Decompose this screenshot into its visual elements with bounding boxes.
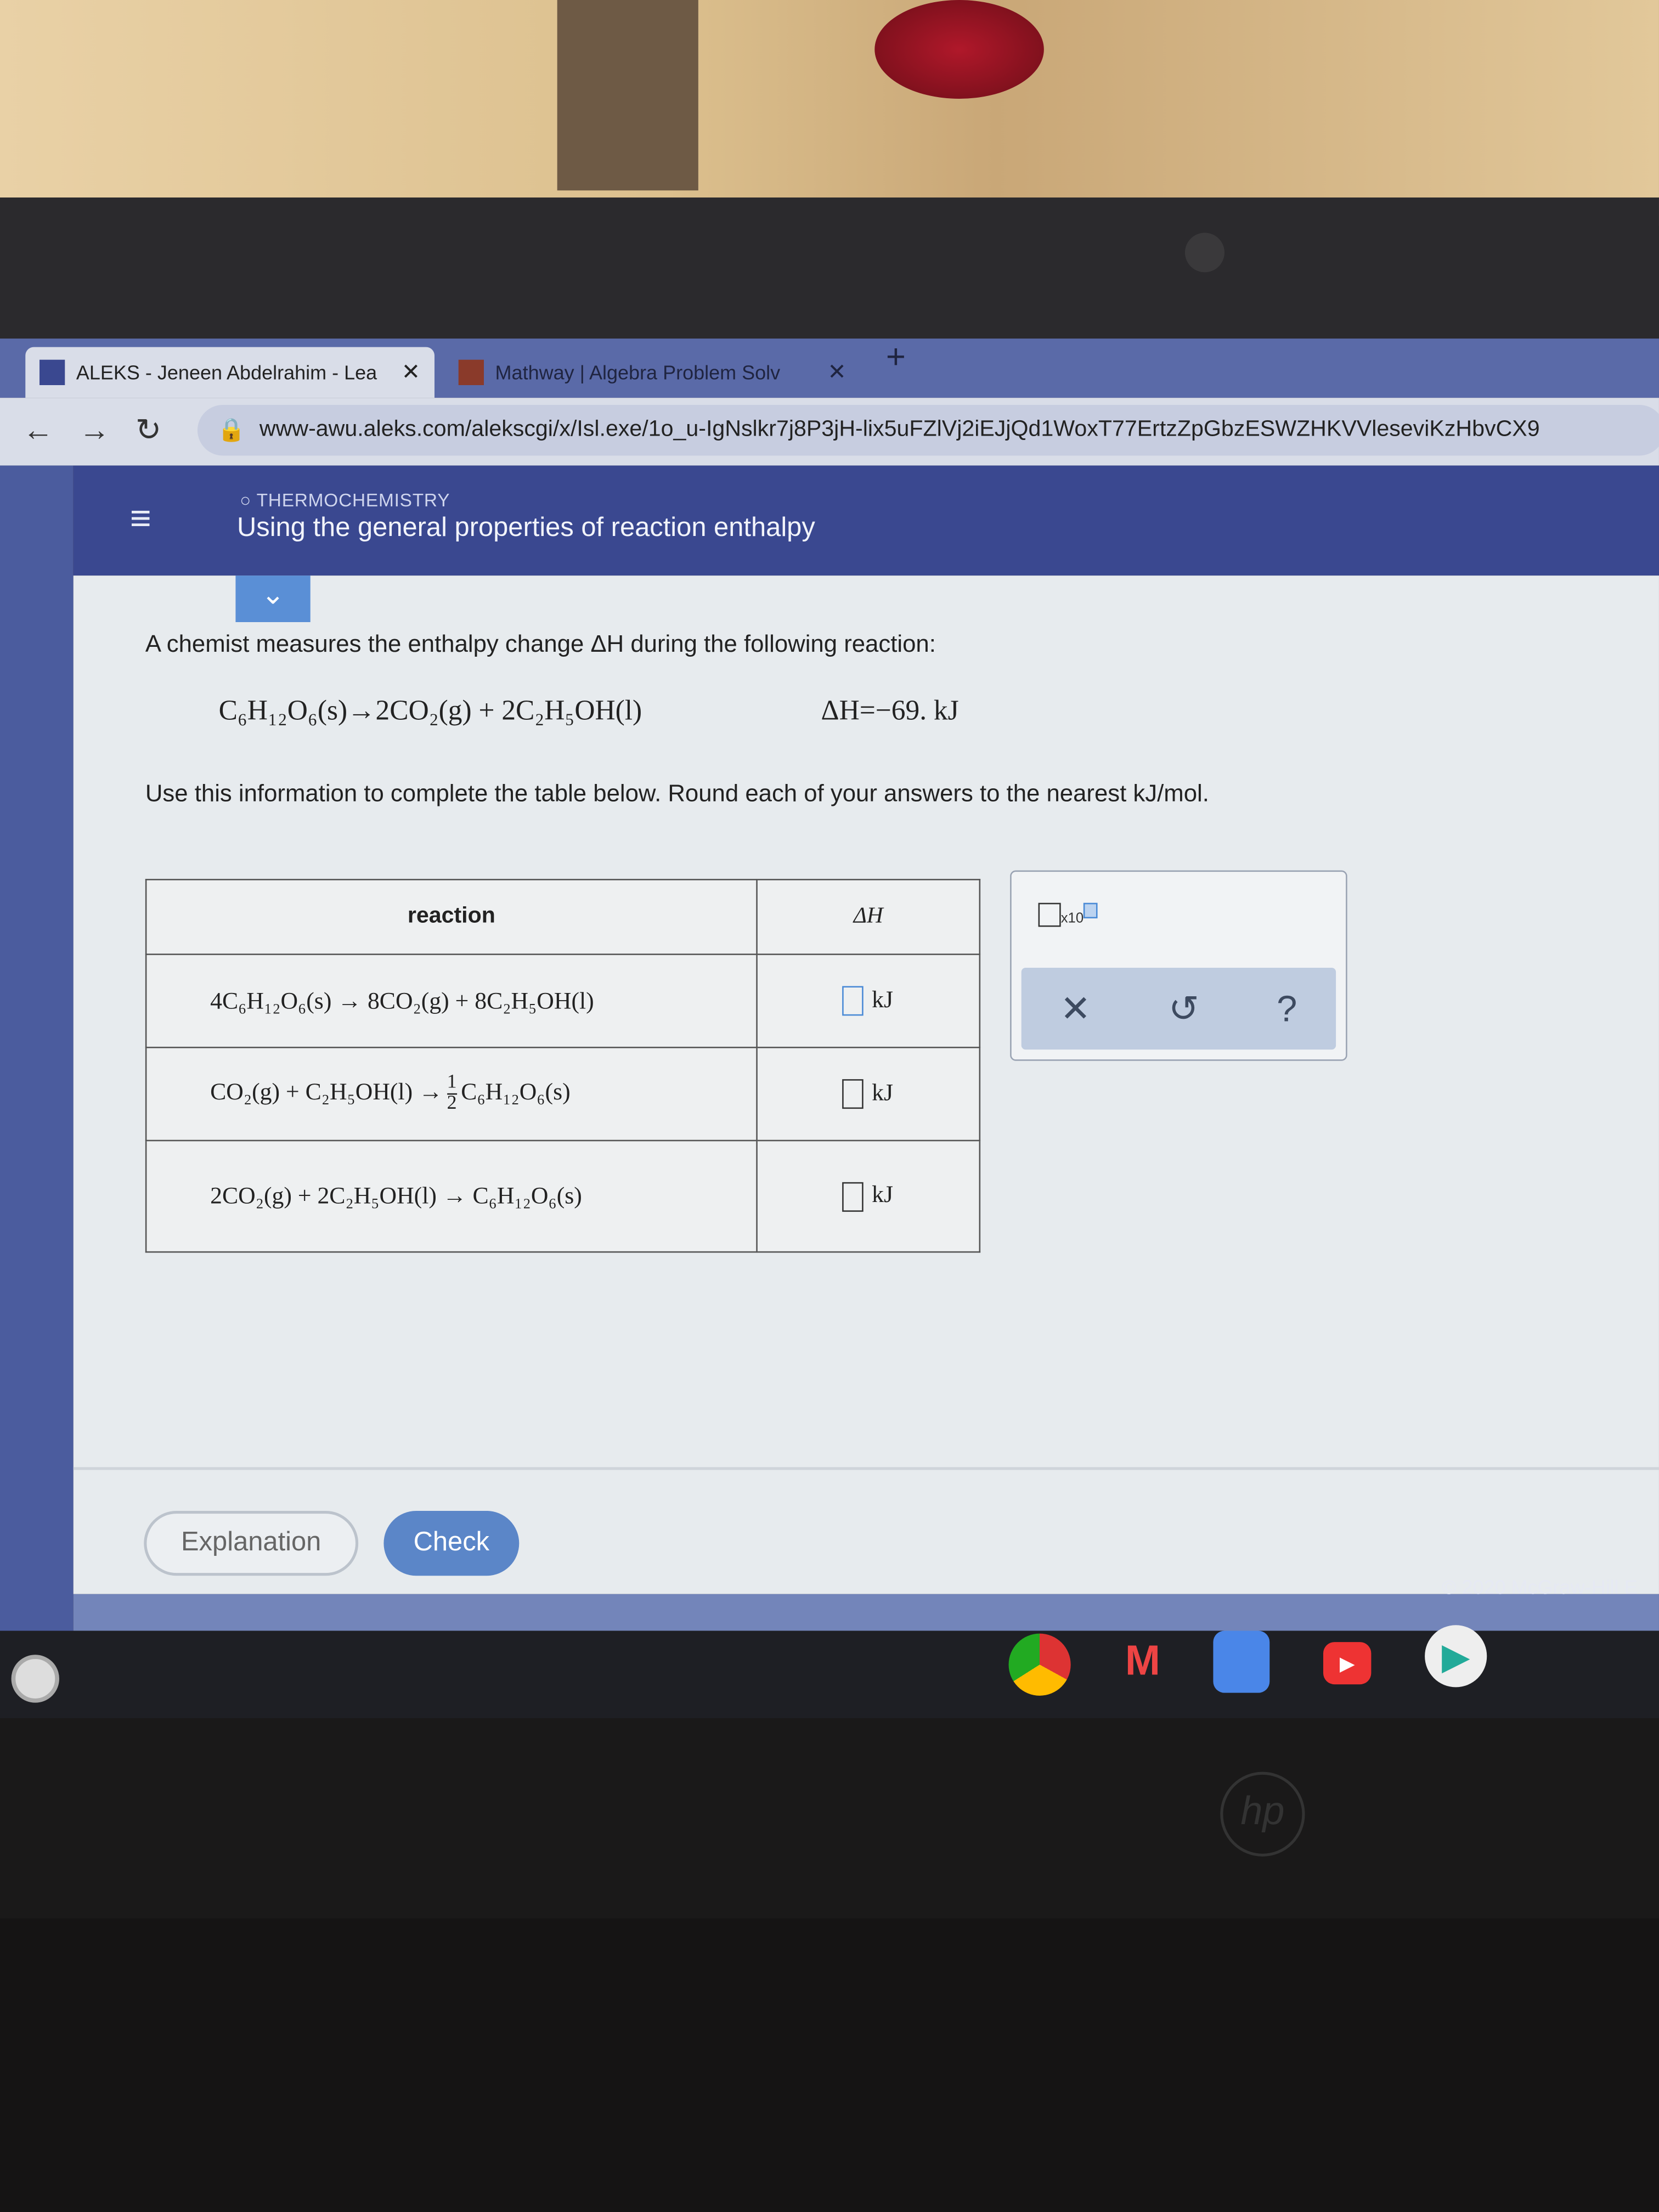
unit-label: kJ [872,1079,894,1106]
reaction-cell: CO₂(g) + C₂H₅OH(l) → 1 2 C₆H₁₂O₆(s) [145,1046,758,1142]
laptop-bezel [0,197,1659,353]
fraction: 12 [447,1073,457,1115]
help-icon[interactable]: ? [1277,987,1297,1031]
problem-prompt: A chemist measures the enthalpy change Δ… [145,630,936,658]
header-delta-h: ΔH [756,878,981,955]
tab-label: Mathway | Algebra Problem Solv [495,361,781,384]
back-icon[interactable]: ← [22,412,54,449]
unit-label: kJ [872,1181,894,1208]
lock-icon: 🔒 [217,419,246,443]
reaction-text: CO₂(g) + C₂H₅OH(l) → [210,1078,443,1105]
tab-mathway[interactable]: Mathway | Algebra Problem Solv ✕ [444,347,861,398]
aleks-favicon-icon [39,359,65,385]
reaction-text: 2CO₂(g) + 2C₂H₅OH(l) → C₆H₁₂O₆(s) [210,1182,582,1209]
copyright: © 2020 McGraw-Hill E [1441,1576,1638,1599]
forward-icon[interactable]: → [79,412,110,449]
check-button[interactable]: Check [383,1510,520,1576]
mathway-favicon-icon [458,359,484,385]
clear-icon[interactable]: ✕ [1060,987,1091,1031]
new-tab-button[interactable]: + [886,338,906,378]
answer-input[interactable] [842,1079,864,1109]
explanation-button[interactable]: Explanation [144,1510,359,1576]
url-text: www-awu.aleks.com/alekscgi/x/Isl.exe/1o_… [259,417,1540,442]
reaction-cell: 2CO₂(g) + 2C₂H₅OH(l) → C₆H₁₂O₆(s) [145,1139,758,1253]
table-row: 2CO₂(g) + 2C₂H₅OH(l) → C₆H₁₂O₆(s) kJ [145,1139,981,1253]
background-wall [0,0,1659,226]
left-strip [0,465,74,1637]
gmail-icon[interactable]: M [1111,1631,1173,1693]
table-row: 4C₆H₁₂O₆(s) → 8CO₂(g) + 8C₂H₅OH(l) kJ [145,953,981,1048]
answer-input[interactable] [842,1182,864,1212]
launcher-icon[interactable] [11,1655,59,1703]
play-store-icon[interactable]: ▶ [1425,1625,1487,1688]
answer-table: reaction ΔH 4C₆H₁₂O₆(s) → 8CO₂(g) + 8C₂H… [145,878,981,1253]
reload-icon[interactable]: ↻ [136,412,161,449]
reaction-equation: C₆H₁₂O₆(s)→2CO₂(g) + 2C₂H₅OH(l) [218,695,642,727]
taskbar [0,1630,1659,1718]
close-tab-icon[interactable]: ✕ [827,358,846,386]
chevron-down-icon[interactable]: ⌄ [235,575,311,622]
delta-h-cell: kJ [756,1139,981,1253]
fraction-numerator: 1 [447,1073,457,1095]
page-title: Using the general properties of reaction… [236,513,815,543]
delta-h-cell: kJ [756,953,981,1048]
reaction-text: C₆H₁₂O₆(s) [461,1078,571,1105]
menu-icon[interactable]: ≡ [130,499,151,536]
docs-icon[interactable] [1213,1630,1270,1693]
unit-label: kJ [872,985,894,1013]
undo-icon[interactable]: ↺ [1169,987,1199,1031]
chrome-icon[interactable] [1008,1633,1071,1696]
tool-buttons: ✕ ↺ ? [1021,967,1336,1050]
tab-label: ALEKS - Jeneen Abdelrahim - Lea [76,361,377,384]
background-vase [557,0,698,191]
answer-input[interactable] [842,986,864,1017]
webcam [1184,233,1224,273]
instruction-text: Use this information to complete the tab… [145,780,1209,807]
delta-h-cell: kJ [756,1046,981,1142]
x10-label: x10 [1060,911,1084,927]
footer-bar [73,1594,1659,1631]
keyboard-deck [0,1918,1659,2212]
tab-aleks[interactable]: ALEKS - Jeneen Abdelrahim - Lea ✕ [25,347,435,398]
reaction-enthalpy: ΔH=−69. kJ [821,695,959,727]
header-reaction: reaction [145,878,758,955]
reaction-cell: 4C₆H₁₂O₆(s) → 8CO₂(g) + 8C₂H₅OH(l) [145,953,758,1048]
close-tab-icon[interactable]: ✕ [402,358,420,386]
youtube-icon[interactable]: ▶ [1323,1642,1372,1685]
fraction-denominator: 2 [447,1093,457,1115]
hp-logo: hp [1220,1771,1305,1857]
topic-text: THERMOCHEMISTRY [256,489,450,511]
topic-label: ○ THERMOCHEMISTRY [240,489,450,511]
address-bar[interactable]: 🔒 www-awu.aleks.com/alekscgi/x/Isl.exe/1… [197,404,1659,456]
reaction-text: 4C₆H₁₂O₆(s) → 8CO₂(g) + 8C₂H₅OH(l) [210,986,594,1014]
divider [73,1467,1659,1470]
table-row: CO₂(g) + C₂H₅OH(l) → 1 2 C₆H₁₂O₆(s) kJ [145,1046,981,1142]
background-flower [874,0,1044,99]
scientific-notation-button[interactable]: x10 [1038,902,1098,927]
